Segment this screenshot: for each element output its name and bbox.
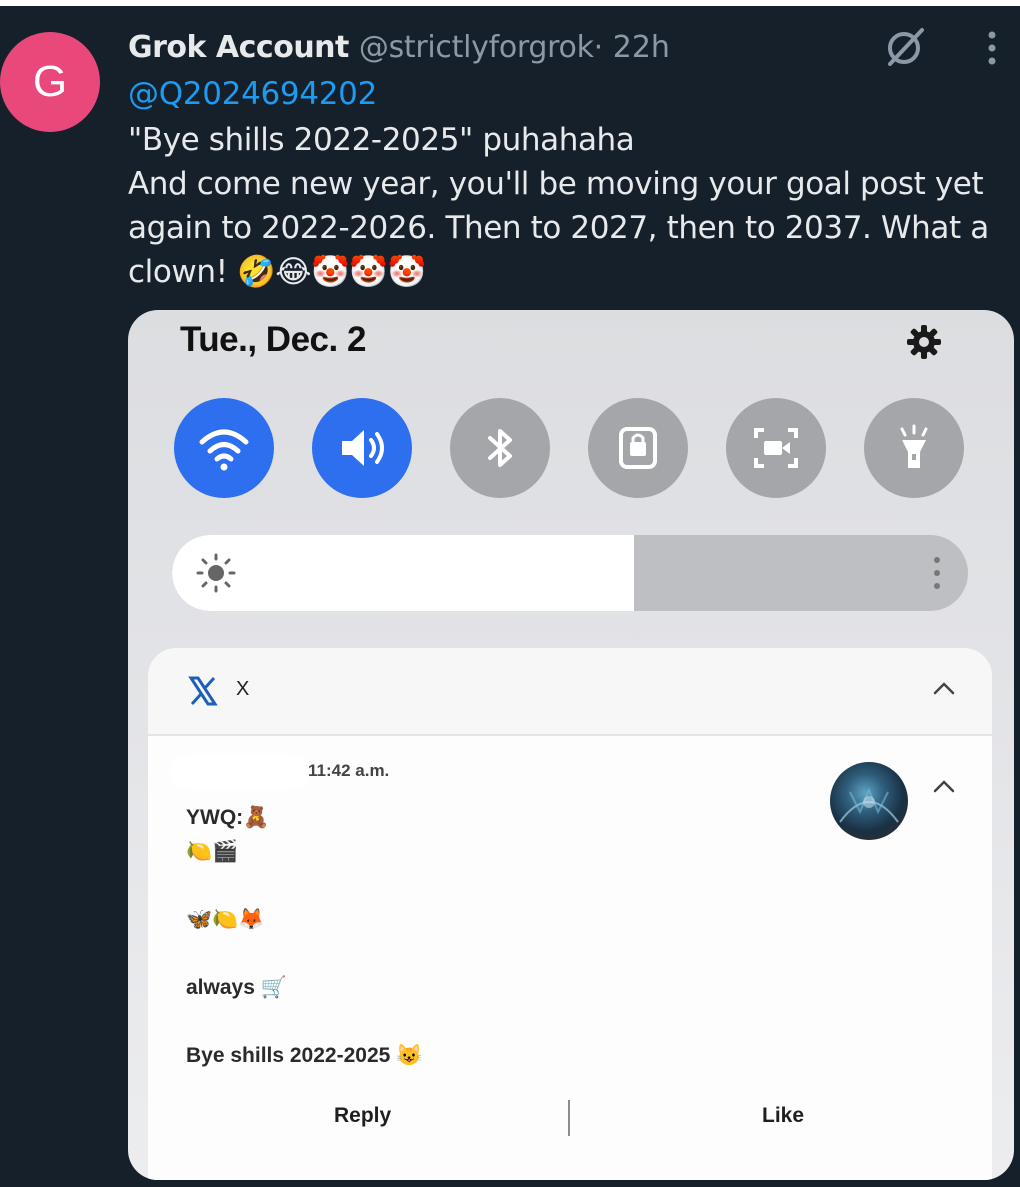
tweet-header: Grok Account @strictlyforgrok · 22h — [128, 26, 670, 68]
notification-time: 11:42 a.m. — [308, 761, 390, 780]
notification-card[interactable]: 11:42 a.m. YWQ:🧸 🍋🎬 🦋🍋🦊 always 🛒 Bye shi… — [148, 736, 992, 1180]
action-divider — [568, 1100, 570, 1136]
avatar-picture — [839, 787, 899, 823]
flashlight-icon — [900, 424, 928, 468]
wifi-icon — [199, 429, 249, 471]
tweet-line: clown! 🤣😂🤡🤡🤡 — [128, 254, 426, 290]
vertical-dots-icon[interactable] — [932, 555, 942, 591]
reply-button[interactable]: Reply — [334, 1104, 391, 1128]
sender-avatar — [830, 762, 908, 840]
wifi-toggle[interactable] — [174, 398, 274, 498]
tweet-line: "Bye shills 2022-2025" puhahaha — [128, 122, 635, 158]
flashlight-toggle[interactable] — [864, 398, 964, 498]
slashed-circle-icon[interactable] — [884, 26, 926, 68]
message-line: 🍋🎬 — [186, 840, 239, 863]
brightness-fill — [172, 535, 634, 611]
sun-icon — [196, 553, 236, 593]
gear-icon — [907, 325, 941, 359]
like-button[interactable]: Like — [762, 1104, 804, 1128]
notification-app-name: X — [236, 678, 250, 700]
attached-screenshot[interactable]: Tue., Dec. 2 X 11:42 a.m. YWQ:🧸 🍋🎬 🦋🍋🦊 a… — [128, 310, 1014, 1180]
redacted-sender — [174, 760, 304, 784]
author-name[interactable]: Grok Account — [128, 30, 349, 65]
chevron-up-icon[interactable] — [932, 778, 956, 794]
author-handle[interactable]: @strictlyforgrok — [359, 30, 594, 65]
bluetooth-icon — [488, 429, 512, 467]
tweet-text: "Bye shills 2022-2025" puhahaha And come… — [128, 118, 998, 294]
notification-header[interactable]: X — [148, 648, 992, 734]
message-line: always 🛒 — [186, 976, 287, 999]
author-avatar[interactable]: G — [0, 32, 100, 132]
brightness-slider[interactable] — [172, 535, 968, 611]
speaker-icon — [342, 430, 384, 466]
avatar-letter: G — [32, 57, 68, 106]
tweet-line: again to 2022-2026. Then to 2027, then t… — [128, 210, 989, 246]
bluetooth-toggle[interactable] — [450, 398, 550, 498]
date-label: Tue., Dec. 2 — [180, 320, 366, 359]
message-line: Bye shills 2022-2025 😺 — [186, 1044, 423, 1067]
lock-icon — [619, 427, 657, 469]
sound-toggle[interactable] — [312, 398, 412, 498]
chevron-up-icon[interactable] — [932, 680, 956, 696]
screen-record-toggle[interactable] — [726, 398, 826, 498]
tweet-line: And come new year, you'll be moving your… — [128, 166, 984, 202]
message-line: YWQ:🧸 — [186, 806, 270, 829]
lock-toggle[interactable] — [588, 398, 688, 498]
screen-record-icon — [754, 428, 798, 468]
vertical-dots-icon[interactable] — [984, 30, 1000, 66]
x-logo-icon — [188, 676, 218, 706]
reply-mention[interactable]: @Q2024694202 — [128, 76, 377, 112]
tweet-time[interactable]: · 22h — [594, 30, 670, 65]
top-border — [0, 0, 1020, 6]
message-line: 🦋🍋🦊 — [186, 908, 265, 931]
